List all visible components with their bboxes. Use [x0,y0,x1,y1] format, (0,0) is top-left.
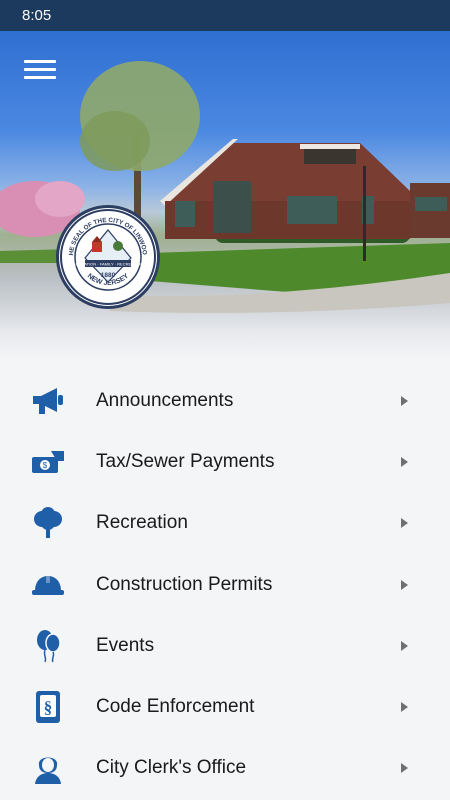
hard-hat-icon [31,568,65,602]
city-hall-photo [0,61,450,313]
menu-item-city-clerks-office[interactable]: City Clerk's Office [0,738,450,799]
chevron-right-icon [401,640,408,651]
seal-emblem: THE SEAL OF THE CITY OF LINWOOD NEW JERS… [59,208,156,305]
hamburger-line [24,76,56,79]
svg-text:EDUCATION · FAMILY · RECREATIO: EDUCATION · FAMILY · RECREATION [73,262,143,267]
svg-text:§: § [44,698,53,717]
balloons-icon [31,629,65,663]
payment-hand-icon: $ [31,445,65,479]
megaphone-icon [31,384,65,418]
code-book-icon: § [31,690,65,724]
svg-text:1880: 1880 [101,272,116,279]
menu-item-label: Recreation [96,512,188,534]
menu-item-events[interactable]: Events [0,615,450,676]
svg-text:$: $ [43,461,48,470]
menu-item-label: Events [96,634,155,656]
chevron-right-icon [401,579,408,590]
menu-item-announcements[interactable]: Announcements [0,370,450,431]
chevron-right-icon [401,518,408,529]
chevron-right-icon [401,395,408,406]
menu-item-construction-permits[interactable]: Construction Permits [0,554,450,615]
menu-item-label: Code Enforcement [96,696,255,718]
menu-item-label: Tax/Sewer Payments [96,450,275,472]
city-seal-logo: THE SEAL OF THE CITY OF LINWOOD NEW JERS… [56,205,160,309]
status-bar: 8:05 [0,0,450,31]
chevron-right-icon [401,456,408,467]
chevron-right-icon [401,702,408,713]
chevron-right-icon [401,763,408,774]
menu-item-label: Announcements [96,389,234,411]
clerk-person-icon [31,751,65,785]
hamburger-line [24,68,56,71]
menu-item-code-enforcement[interactable]: § Code Enforcement [0,676,450,737]
menu-item-label: City Clerk's Office [96,757,247,779]
menu-item-tax-sewer-payments[interactable]: $ Tax/Sewer Payments [0,431,450,492]
hamburger-menu-button[interactable] [24,60,56,86]
main-menu-list: Announcements $ Tax/Sewer Payments Recre… [0,370,450,799]
menu-item-recreation[interactable]: Recreation [0,493,450,554]
tree-icon [31,506,65,540]
menu-item-label: Construction Permits [96,573,273,595]
hero-banner [0,31,450,360]
status-time: 8:05 [22,7,52,24]
hamburger-icon [24,60,56,63]
